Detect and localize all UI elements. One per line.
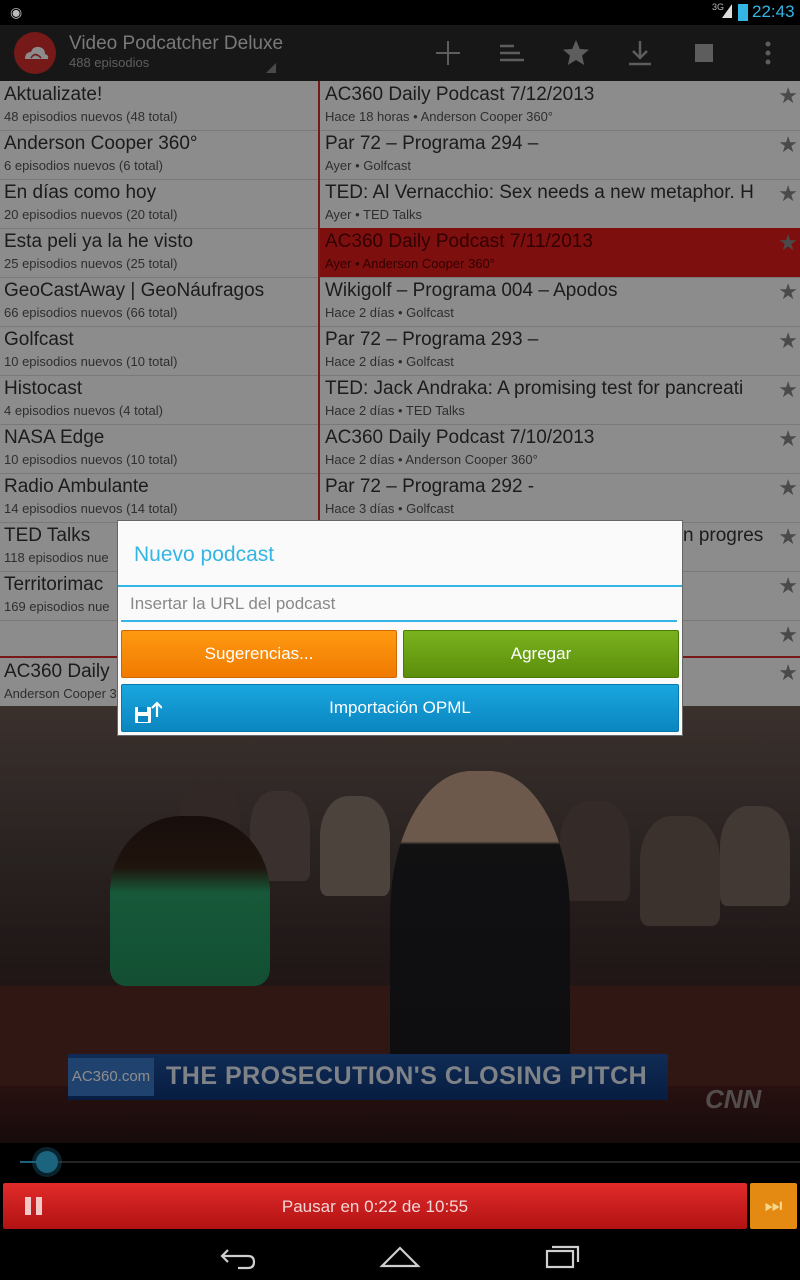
signal-icon xyxy=(722,4,732,18)
pause-label: Pausar en 0:22 de 10:55 xyxy=(281,1197,469,1216)
navigation-bar xyxy=(0,1232,800,1280)
status-bar: ◉ 3G 22:43 xyxy=(0,0,800,25)
home-icon[interactable] xyxy=(378,1242,422,1270)
dialog-title: Nuevo podcast xyxy=(134,543,275,566)
fast-forward-button[interactable]: ⏭ xyxy=(750,1183,797,1229)
opml-import-label: Importación OPML xyxy=(329,698,471,717)
notification-icon: ◉ xyxy=(10,4,23,20)
clock: 22:43 xyxy=(752,2,795,21)
podcast-url-input[interactable] xyxy=(121,588,677,622)
add-button[interactable]: Agregar xyxy=(403,630,679,678)
new-podcast-dialog: Nuevo podcast Sugerencias... Agregar Imp… xyxy=(118,521,682,735)
player-controls: Pausar en 0:22 de 10:55 ⏭ xyxy=(0,1180,800,1232)
opml-import-icon xyxy=(134,697,163,723)
fast-forward-icon: ⏭ xyxy=(764,1195,783,1217)
dialog-divider xyxy=(118,585,682,587)
opml-import-button[interactable]: Importación OPML xyxy=(121,684,679,732)
back-icon[interactable] xyxy=(216,1242,260,1270)
battery-icon xyxy=(738,4,748,21)
pause-button[interactable]: Pausar en 0:22 de 10:55 xyxy=(3,1183,747,1229)
recent-apps-icon[interactable] xyxy=(541,1242,585,1270)
suggestions-button[interactable]: Sugerencias... xyxy=(121,630,397,678)
